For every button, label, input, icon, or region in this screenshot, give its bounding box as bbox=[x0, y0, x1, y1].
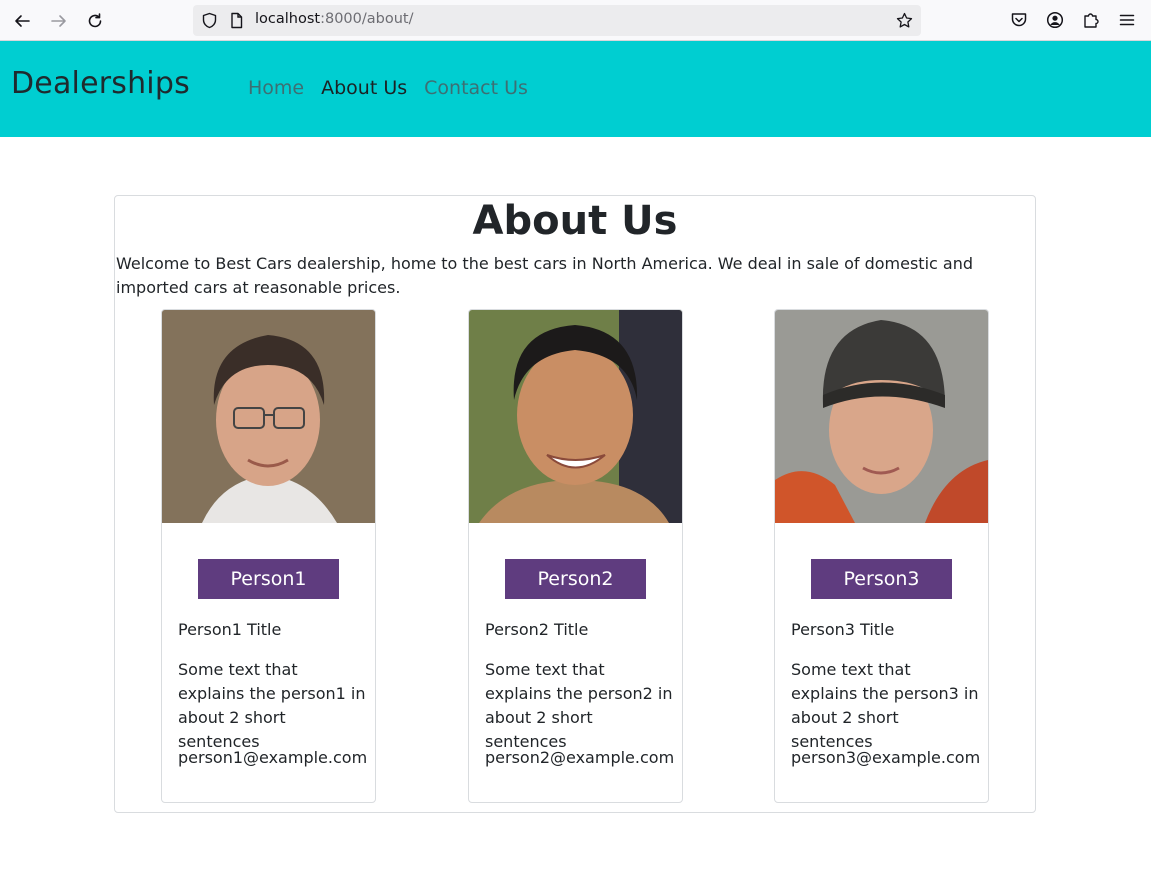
forward-button[interactable] bbox=[46, 8, 72, 34]
back-button[interactable] bbox=[9, 8, 35, 34]
person2-email: person2@example.com bbox=[485, 748, 675, 767]
page-info-icon[interactable] bbox=[228, 12, 245, 29]
url-host: localhost bbox=[255, 11, 321, 27]
person-card: Person1 Person1 Title Some text that exp… bbox=[161, 309, 376, 803]
extensions-icon[interactable] bbox=[1082, 11, 1100, 29]
forward-arrow-icon bbox=[51, 15, 66, 27]
address-bar[interactable]: localhost:8000/about/ bbox=[193, 5, 921, 36]
person2-description: Some text that explains the person2 in a… bbox=[485, 660, 673, 751]
person2-name-button[interactable]: Person2 bbox=[505, 559, 646, 599]
person-card: Person2 Person2 Title Some text that exp… bbox=[468, 309, 683, 803]
person-card: Person3 Person3 Title Some text that exp… bbox=[774, 309, 989, 803]
intro-text: Welcome to Best Cars dealership, home to… bbox=[116, 254, 974, 297]
page-title: About Us bbox=[472, 198, 678, 244]
nav-contact-link[interactable]: Contact Us bbox=[424, 77, 528, 99]
person1-email: person1@example.com bbox=[178, 748, 368, 767]
person2-title: Person2 Title bbox=[485, 620, 589, 639]
person1-photo bbox=[162, 310, 375, 523]
url-text[interactable]: localhost:8000/about/ bbox=[255, 11, 414, 27]
nav-home-link[interactable]: Home bbox=[248, 77, 304, 99]
person3-name-button[interactable]: Person3 bbox=[811, 559, 952, 599]
nav-about-link[interactable]: About Us bbox=[321, 77, 407, 99]
reload-icon bbox=[88, 13, 102, 28]
person2-photo bbox=[469, 310, 682, 523]
person3-description: Some text that explains the person3 in a… bbox=[791, 660, 979, 751]
person3-email: person3@example.com bbox=[791, 748, 981, 767]
reload-button[interactable] bbox=[82, 8, 108, 34]
pocket-icon[interactable] bbox=[1010, 11, 1028, 29]
shield-icon[interactable] bbox=[201, 12, 218, 29]
site-header: Dealerships Home About Us Contact Us bbox=[0, 41, 1151, 137]
back-arrow-icon bbox=[15, 15, 30, 27]
menu-icon[interactable] bbox=[1118, 11, 1136, 29]
brand-logo[interactable]: Dealerships bbox=[11, 66, 190, 101]
about-card: About Us Welcome to Best Cars dealership… bbox=[114, 195, 1036, 813]
person1-title: Person1 Title bbox=[178, 620, 282, 639]
account-icon[interactable] bbox=[1046, 11, 1064, 29]
main-nav: Home About Us Contact Us bbox=[248, 77, 528, 99]
star-bookmark-icon[interactable] bbox=[896, 12, 913, 29]
person1-name-button[interactable]: Person1 bbox=[198, 559, 339, 599]
browser-toolbar: localhost:8000/about/ bbox=[0, 0, 1151, 41]
person3-photo bbox=[775, 310, 988, 523]
url-path: :8000/about/ bbox=[320, 11, 414, 27]
person1-description: Some text that explains the person1 in a… bbox=[178, 660, 366, 751]
person3-title: Person3 Title bbox=[791, 620, 895, 639]
